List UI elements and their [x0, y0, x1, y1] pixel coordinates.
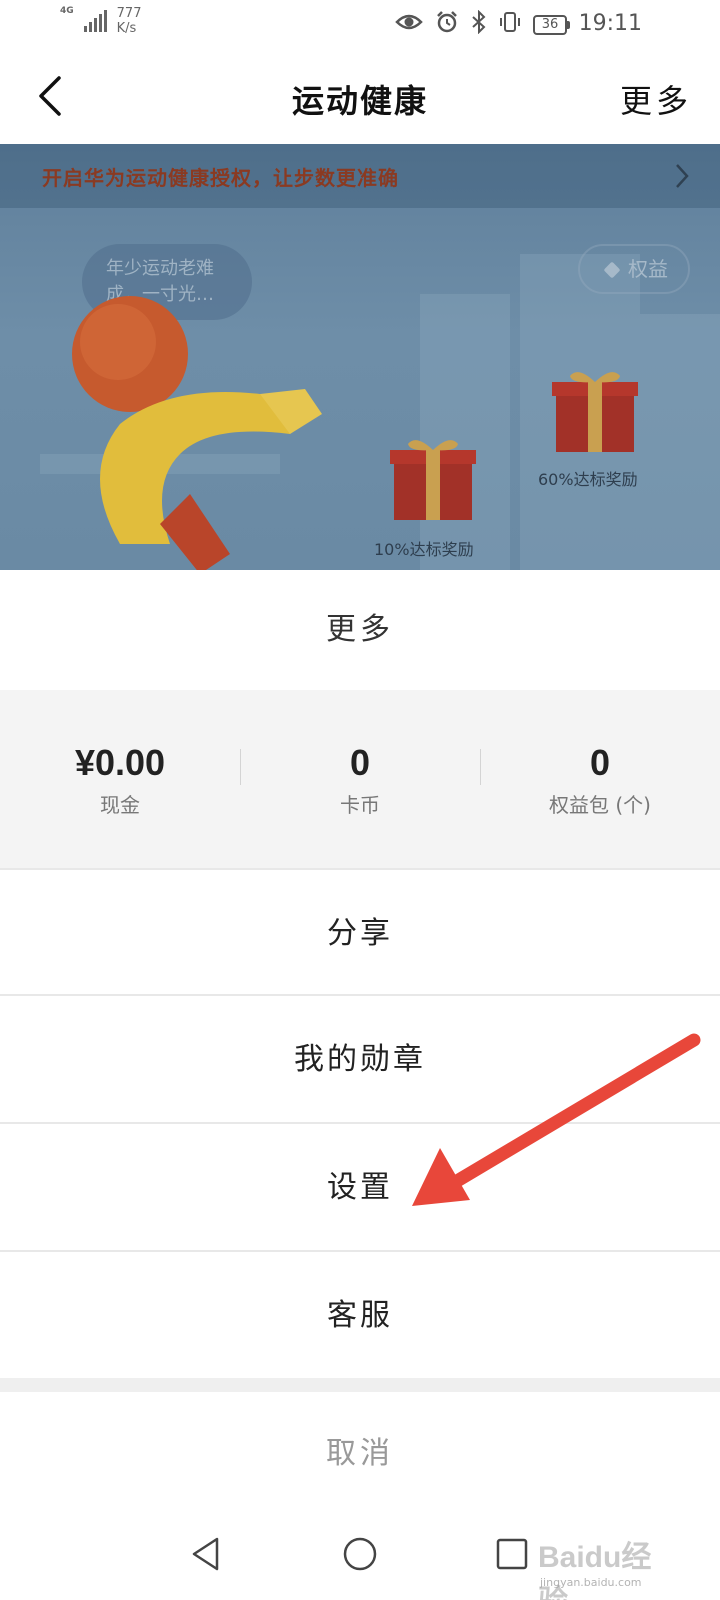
nav-home-button[interactable] — [336, 1530, 384, 1578]
dimmed-background: 开启华为运动健康授权，让步数更准确 年少运动老难成，一寸光… 权益 10%达标奖… — [0, 144, 720, 570]
cancel-button[interactable]: 取消 — [0, 1392, 720, 1516]
circle-home-icon — [343, 1537, 377, 1571]
stat-label: 卡币 — [340, 792, 380, 817]
eye-icon — [395, 12, 423, 38]
more-bottom-sheet: 更多 ¥0.00 现金 0 卡币 0 权益包 (个) 分享 我的勋章 设置 客服… — [0, 570, 720, 1600]
vibrate-icon — [499, 10, 521, 40]
watermark-brand: Baidu经验 — [538, 1541, 652, 1600]
rights-label: 权益 — [628, 257, 668, 281]
bluetooth-icon — [471, 9, 487, 40]
auth-banner[interactable]: 开启华为运动健康授权，让步数更准确 — [0, 144, 720, 208]
stat-label: 现金 — [100, 792, 140, 817]
battery-icon: 36 — [533, 15, 570, 35]
more-button[interactable]: 更多 — [620, 76, 692, 122]
menu-item-settings[interactable]: 设置 — [0, 1122, 720, 1250]
status-bar: 4G 777 K/s 36 19:11 — [0, 0, 720, 48]
menu-item-my-medals[interactable]: 我的勋章 — [0, 994, 720, 1122]
network-speed-unit: K/s — [116, 21, 137, 36]
app-header: 运动健康 更多 — [0, 48, 720, 144]
runner-illustration — [72, 296, 322, 570]
baidu-watermark: Baidu经验 jingyan.baidu.com — [538, 1532, 668, 1600]
status-icons: 36 — [395, 9, 570, 40]
triangle-back-icon — [192, 1537, 219, 1571]
alarm-icon — [435, 10, 459, 40]
battery-level: 36 — [533, 15, 567, 35]
menu-item-share[interactable]: 分享 — [0, 868, 720, 996]
rights-button[interactable]: 权益 — [578, 244, 690, 294]
nav-recents-button[interactable] — [488, 1530, 536, 1578]
page-title: 运动健康 — [291, 82, 428, 120]
clock: 19:11 — [578, 11, 642, 36]
sheet-divider — [0, 1378, 720, 1392]
network-status: 4G 777 K/s — [60, 6, 141, 36]
stat-coins[interactable]: 0 卡币 — [240, 741, 480, 818]
watermark-domain: jingyan.baidu.com — [540, 1576, 642, 1589]
stat-cash[interactable]: ¥0.00 现金 — [0, 741, 240, 818]
stat-benefit-packs[interactable]: 0 权益包 (个) — [480, 741, 720, 818]
stat-value: 0 — [589, 741, 611, 783]
auth-banner-text: 开启华为运动健康授权，让步数更准确 — [42, 166, 399, 190]
chevron-right-icon — [676, 164, 689, 188]
stat-value: ¥0.00 — [74, 741, 166, 783]
network-speed: 777 — [116, 6, 142, 21]
stat-value: 0 — [349, 741, 371, 783]
stat-label: 权益包 (个) — [549, 792, 651, 817]
gift-label-10: 10%达标奖励 — [374, 540, 474, 559]
menu-item-customer-service[interactable]: 客服 — [0, 1250, 720, 1378]
gift-box-icon — [390, 440, 476, 520]
nav-back-button[interactable] — [182, 1530, 230, 1578]
gift-label-60: 60%达标奖励 — [538, 470, 638, 489]
square-recents-icon — [496, 1538, 528, 1570]
tag-icon — [603, 261, 621, 279]
sheet-title: 更多 — [326, 612, 394, 647]
signal-icon — [83, 10, 107, 32]
account-stats: ¥0.00 现金 0 卡币 0 权益包 (个) — [0, 690, 720, 868]
network-type: 4G — [60, 6, 74, 16]
gift-box-icon — [552, 372, 638, 452]
